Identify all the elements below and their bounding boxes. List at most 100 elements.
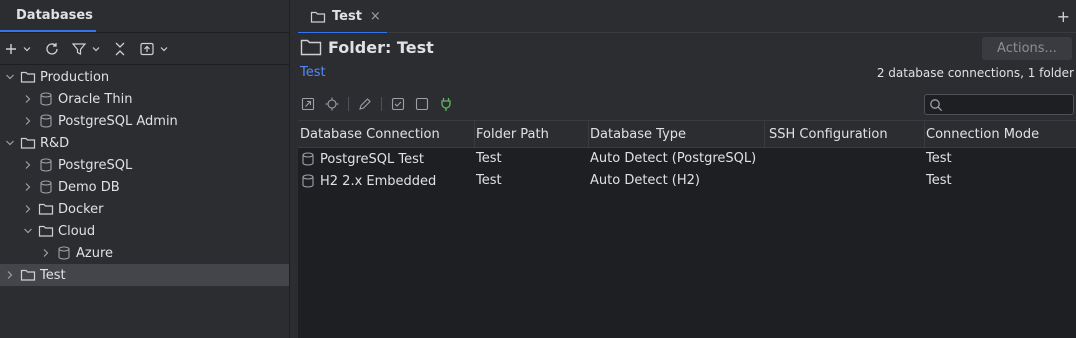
folder-editor: Folder: Test Actions... Test 2 database … bbox=[298, 33, 1076, 338]
tree-item-label: Production bbox=[40, 69, 110, 85]
column-header[interactable]: Database Connection bbox=[300, 127, 440, 142]
database-icon bbox=[40, 114, 52, 128]
close-icon[interactable]: × bbox=[370, 9, 381, 24]
chevron-down-icon bbox=[24, 228, 32, 234]
deselect-all-button[interactable] bbox=[414, 96, 430, 112]
column-divider[interactable] bbox=[924, 121, 925, 148]
expand-toggle[interactable] bbox=[40, 247, 52, 259]
folder-icon bbox=[20, 137, 36, 149]
database-icon-wrap bbox=[38, 113, 54, 129]
expand-toggle[interactable] bbox=[22, 159, 34, 171]
tab-test[interactable]: Test × bbox=[298, 0, 387, 34]
column-header[interactable]: SSH Configuration bbox=[769, 127, 888, 142]
cell-text: Test bbox=[926, 173, 952, 188]
column-divider[interactable] bbox=[474, 121, 475, 148]
column-divider[interactable] bbox=[588, 121, 589, 148]
tree-item[interactable]: PostgreSQL bbox=[0, 154, 289, 176]
checkbox-checked-icon bbox=[391, 97, 405, 111]
collapse-toggle[interactable] bbox=[22, 225, 34, 237]
chevron-right-icon bbox=[25, 117, 31, 125]
database-icon bbox=[302, 174, 314, 188]
collapse-all-button[interactable] bbox=[112, 40, 128, 58]
collapse-toggle[interactable] bbox=[4, 137, 16, 149]
database-icon-wrap bbox=[38, 157, 54, 173]
active-tab-indicator bbox=[0, 30, 96, 32]
expand-toggle[interactable] bbox=[22, 181, 34, 193]
table-cell: Test bbox=[926, 151, 952, 166]
tree-item[interactable]: Demo DB bbox=[0, 176, 289, 198]
select-all-button[interactable] bbox=[390, 96, 406, 112]
breadcrumb-link[interactable]: Test bbox=[300, 65, 326, 80]
folder-icon-wrap bbox=[38, 223, 54, 239]
expand-toggle[interactable] bbox=[22, 203, 34, 215]
chevron-right-icon bbox=[25, 95, 31, 103]
actions-button[interactable]: Actions... bbox=[982, 37, 1072, 60]
editor-area: Test × + Folder: Test Actions... Test 2 … bbox=[298, 0, 1076, 338]
table-cell: Test bbox=[926, 173, 952, 188]
database-icon bbox=[40, 158, 52, 172]
column-header[interactable]: Database Type bbox=[590, 127, 686, 142]
folder-icon-wrap bbox=[20, 267, 36, 283]
cell-text: H2 2.x Embedded bbox=[320, 173, 437, 189]
tree-item[interactable]: PostgreSQL Admin bbox=[0, 110, 289, 132]
refresh-button[interactable] bbox=[44, 40, 60, 58]
folder-icon bbox=[38, 225, 54, 237]
expand-toggle[interactable] bbox=[22, 115, 34, 127]
edit-button[interactable] bbox=[357, 96, 373, 112]
add-tab-button[interactable]: + bbox=[1057, 7, 1070, 26]
table-row[interactable]: PostgreSQL Test Test Auto Detect (PostgreS… bbox=[298, 148, 1076, 170]
column-divider[interactable] bbox=[764, 121, 765, 148]
tree-item[interactable]: R&D bbox=[0, 132, 289, 154]
tree-item-label: Oracle Thin bbox=[58, 91, 133, 107]
folder-header: Folder: Test bbox=[300, 37, 434, 57]
folder-icon bbox=[20, 269, 36, 281]
folder-icon bbox=[20, 71, 36, 83]
collapse-toggle[interactable] bbox=[4, 71, 16, 83]
databases-panel-header: Databases bbox=[0, 0, 289, 33]
tree-item-label: PostgreSQL Admin bbox=[58, 113, 178, 129]
tree-item[interactable]: Oracle Thin bbox=[0, 88, 289, 110]
table-cell: H2 2.x Embedded bbox=[300, 173, 436, 189]
table-row[interactable]: H2 2.x Embedded Test Auto Detect (H2) Test bbox=[298, 170, 1076, 192]
table-header: Database Connection Folder Path Database T… bbox=[298, 120, 1076, 148]
connections-table: Database Connection Folder Path Database T… bbox=[298, 120, 1076, 338]
table-cell: Auto Detect (H2) bbox=[590, 173, 700, 188]
editor-tab-bar: Test × + bbox=[298, 0, 1076, 34]
cell-text: Test bbox=[476, 151, 502, 166]
table-cell: Test bbox=[476, 151, 502, 166]
databases-toolbar bbox=[0, 34, 289, 65]
table-toolbar bbox=[300, 95, 454, 113]
databases-panel: Databases Production Oracle Thin PostgreSQ… bbox=[0, 0, 289, 338]
filter-button[interactable] bbox=[71, 40, 101, 58]
search-input[interactable] bbox=[924, 94, 1074, 115]
panel-splitter[interactable] bbox=[289, 0, 298, 338]
tree-item[interactable]: Docker bbox=[0, 198, 289, 220]
connect-button[interactable] bbox=[438, 96, 454, 112]
open-button[interactable] bbox=[300, 96, 316, 112]
tree-item[interactable]: Test bbox=[0, 264, 289, 286]
database-icon-wrap bbox=[56, 245, 72, 261]
tree-item-label: PostgreSQL bbox=[58, 157, 133, 173]
expand-toggle[interactable] bbox=[22, 93, 34, 105]
folder-icon-wrap bbox=[20, 69, 36, 85]
expand-toggle[interactable] bbox=[4, 269, 16, 281]
tree-item[interactable]: Production bbox=[0, 66, 289, 88]
folder-icon-wrap bbox=[20, 135, 36, 151]
folder-icon bbox=[310, 11, 326, 23]
crosshair-icon bbox=[325, 97, 339, 111]
database-icon bbox=[302, 152, 314, 166]
tree-item[interactable]: Cloud bbox=[0, 220, 289, 242]
add-button[interactable] bbox=[5, 40, 32, 58]
chevron-down-icon bbox=[6, 140, 14, 146]
column-header[interactable]: Folder Path bbox=[476, 127, 549, 142]
chevron-right-icon bbox=[43, 249, 49, 257]
refresh-icon bbox=[46, 43, 58, 55]
page-title: Folder: Test bbox=[328, 37, 434, 57]
table-cell: PostgreSQL Test bbox=[300, 151, 424, 167]
tree-item[interactable]: Azure bbox=[0, 242, 289, 264]
column-header[interactable]: Connection Mode bbox=[926, 127, 1039, 142]
panel-title[interactable]: Databases bbox=[16, 8, 93, 23]
locate-button[interactable] bbox=[324, 96, 340, 112]
link-editor-button[interactable] bbox=[139, 40, 169, 58]
collapse-all-icon bbox=[115, 42, 125, 56]
